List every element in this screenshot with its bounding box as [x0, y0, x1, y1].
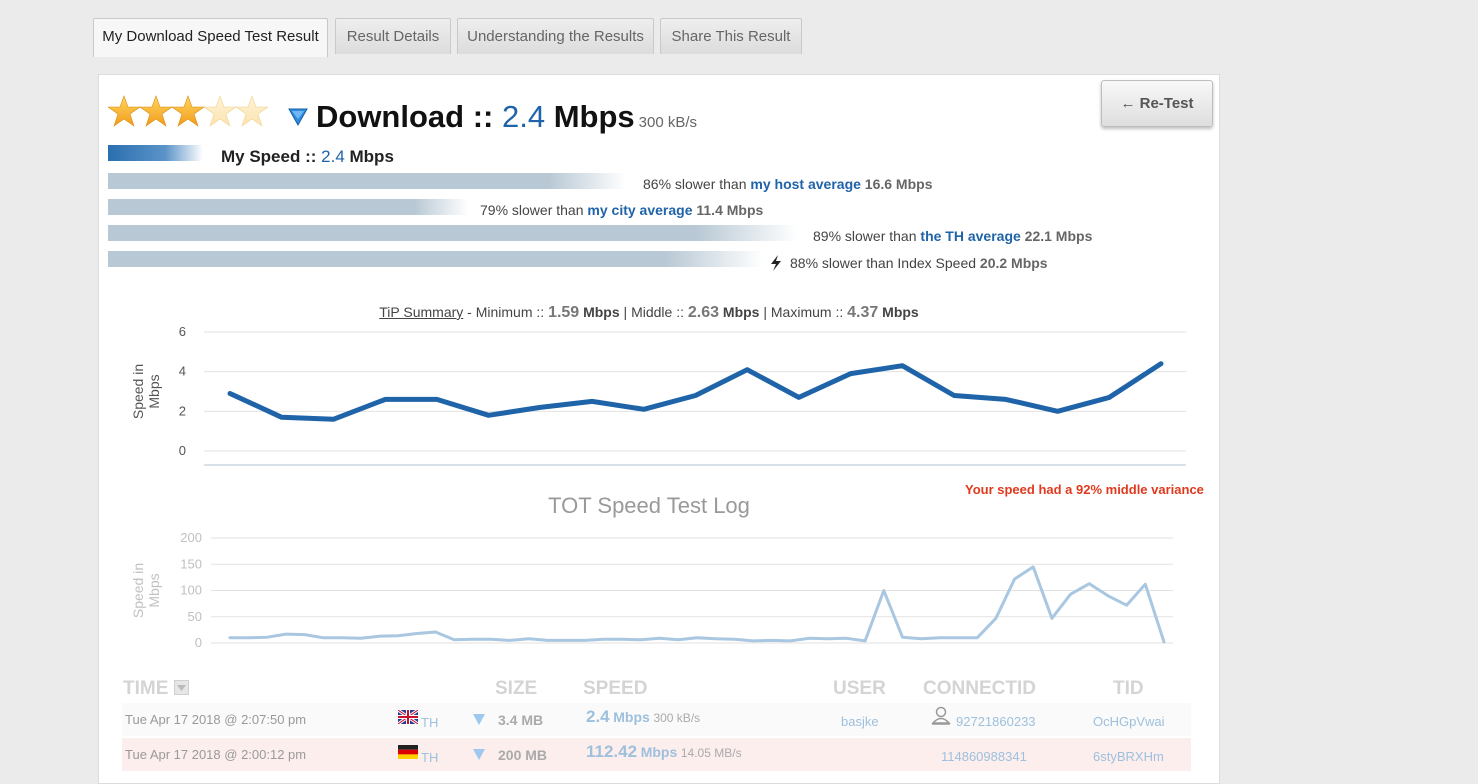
host-average-pct: 86% slower than — [643, 176, 747, 192]
row-connectid[interactable]: 92721860233 — [956, 714, 1036, 729]
row-speed: 112.42 Mbps 14.05 MB/s — [586, 742, 742, 762]
country-average-pct: 89% slower than — [813, 228, 917, 244]
star-empty-icon — [235, 95, 268, 127]
row-speed-unit: Mbps — [640, 744, 678, 760]
city-average-link[interactable]: my city average — [587, 202, 692, 218]
retest-button[interactable]: ← Re-Test — [1101, 80, 1213, 127]
city-average-pct: 79% slower than — [480, 202, 584, 218]
tab-my-download-result[interactable]: My Download Speed Test Result — [93, 18, 328, 57]
index-speed-label: 88% slower than Index Speed 20.2 Mbps — [790, 255, 1048, 271]
sort-down-icon[interactable] — [173, 680, 189, 695]
result-panel: Download :: 2.4 Mbps 300 kB/s ← Re-Test M… — [98, 74, 1220, 784]
index-speed-pct: 88% slower than Index Speed — [790, 255, 977, 271]
lightning-icon — [771, 255, 781, 271]
y-tick-label: 100 — [180, 583, 202, 598]
de-flag-icon — [398, 745, 418, 759]
my-speed-value: 2.4 — [321, 147, 345, 166]
download-speed-unit: Mbps — [553, 99, 635, 134]
my-speed-label: My Speed :: 2.4 Mbps — [221, 147, 394, 167]
col-speed[interactable]: SPEED — [583, 678, 647, 700]
city-average-bar — [108, 199, 468, 215]
y-tick-label: 0 — [195, 635, 202, 650]
country-average-label: 89% slower than the TH average 22.1 Mbps — [813, 228, 1092, 244]
row-size: 3.4 MB — [498, 712, 544, 728]
my-speed-unit: Mbps — [349, 147, 394, 166]
y-axis-label: Speed inMbps — [130, 563, 162, 618]
index-speed-bar — [108, 251, 763, 267]
speed-log-chart: 0 50 100 150 200 Speed inMbps — [130, 530, 1173, 650]
y-tick-label: 50 — [188, 609, 202, 624]
country-average-bar — [108, 225, 798, 241]
download-headline: Download :: 2.4 Mbps 300 kB/s — [316, 99, 697, 135]
row-time: Tue Apr 17 2018 @ 2:07:50 pm — [125, 712, 307, 727]
row-user[interactable]: basjke — [841, 714, 879, 729]
my-speed-prefix: My Speed :: — [221, 147, 317, 166]
star-icon — [108, 95, 141, 127]
col-connectid[interactable]: CONNECTID — [923, 678, 1036, 700]
row-connectid[interactable]: 114860988341 — [941, 749, 1027, 764]
col-user[interactable]: USER — [833, 678, 886, 700]
table-row[interactable]: Tue Apr 17 2018 @ 2:07:50 pm TH 3.4 MB 2… — [122, 703, 1191, 736]
row-tid[interactable]: 6styBRXHm — [1093, 749, 1164, 764]
col-time[interactable]: TIME — [123, 678, 189, 700]
row-time: Tue Apr 17 2018 @ 2:00:12 pm — [125, 747, 307, 762]
host-average-bar — [108, 173, 626, 189]
star-empty-icon — [203, 95, 237, 127]
col-size[interactable]: SIZE — [495, 678, 537, 700]
y-tick-label: 4 — [179, 364, 186, 379]
tab-share-result[interactable]: Share This Result — [660, 18, 802, 54]
log-title: TOT Speed Test Log — [548, 493, 750, 518]
download-arrow-icon — [288, 108, 308, 127]
table-row[interactable]: Tue Apr 17 2018 @ 2:00:12 pm TH 200 MB 1… — [122, 738, 1191, 771]
row-kbs: 14.05 MB/s — [680, 746, 742, 760]
city-average-label: 79% slower than my city average 11.4 Mbp… — [480, 202, 763, 218]
speed-line-chart: 0 2 4 6 Speed inMbps — [130, 324, 1186, 466]
row-speed-unit: Mbps — [613, 709, 650, 725]
city-average-value: 11.4 Mbps — [696, 202, 764, 218]
download-kbs: 300 kB/s — [638, 114, 698, 131]
download-title: Download :: — [316, 99, 494, 134]
host-average-value: 16.6 Mbps — [864, 176, 933, 192]
row-speed-value: 112.42 — [586, 742, 638, 761]
y-tick-label: 200 — [180, 530, 202, 545]
tab-result-details[interactable]: Result Details — [335, 18, 451, 54]
col-tid[interactable]: TID — [1113, 678, 1144, 700]
row-country: TH — [421, 715, 439, 730]
row-country: TH — [421, 750, 439, 765]
row-size: 200 MB — [498, 747, 548, 763]
user-network-icon — [931, 706, 951, 725]
uk-flag-icon — [398, 710, 418, 724]
country-average-link[interactable]: the TH average — [920, 228, 1020, 244]
row-speed: 2.4 Mbps 300 kB/s — [586, 707, 700, 727]
host-average-link[interactable]: my host average — [750, 176, 861, 192]
star-rating — [108, 95, 268, 129]
y-tick-label: 150 — [180, 556, 202, 571]
star-icon — [171, 95, 205, 127]
y-tick-label: 0 — [179, 443, 186, 458]
y-tick-label: 6 — [179, 324, 186, 339]
series-line — [228, 565, 1166, 644]
host-average-label: 86% slower than my host average 16.6 Mbp… — [643, 176, 933, 192]
tab-understanding-results[interactable]: Understanding the Results — [457, 18, 654, 54]
index-speed-value: 20.2 Mbps — [979, 255, 1048, 271]
star-icon — [139, 95, 173, 127]
country-average-value: 22.1 Mbps — [1024, 228, 1093, 244]
row-speed-value: 2.4 — [586, 707, 610, 726]
y-axis-label: Speed inMbps — [130, 364, 162, 419]
col-time-label: TIME — [123, 678, 169, 699]
row-kbs: 300 kB/s — [653, 711, 701, 725]
download-arrow-icon — [473, 714, 485, 725]
row-tid[interactable]: OcHGpVwai — [1093, 714, 1165, 729]
my-speed-bar — [108, 145, 203, 161]
y-tick-label: 2 — [179, 403, 186, 418]
download-speed-value: 2.4 — [501, 99, 546, 134]
download-arrow-icon — [473, 749, 485, 760]
